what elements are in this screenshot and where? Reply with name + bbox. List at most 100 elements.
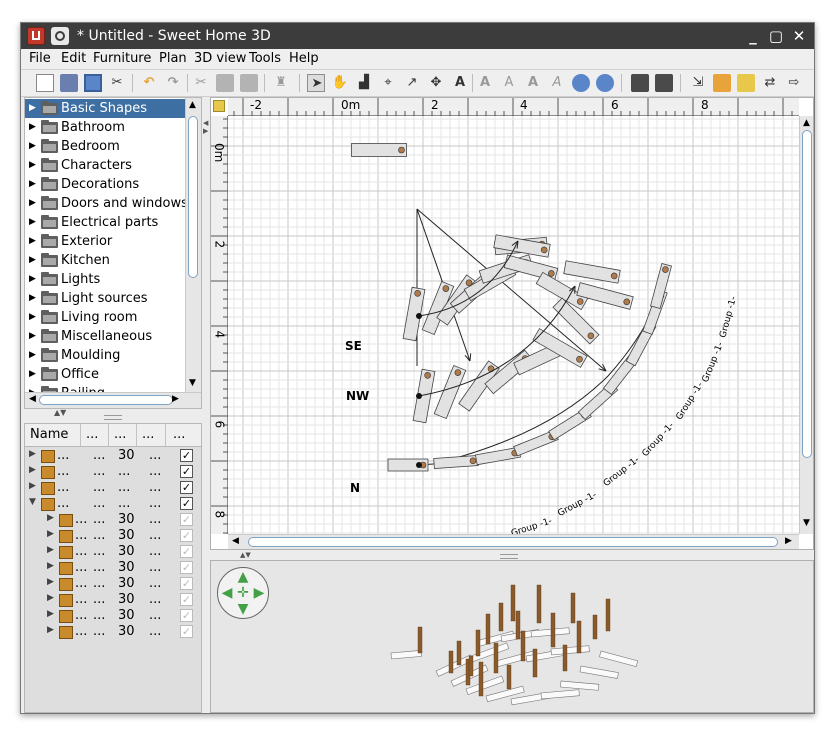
menu-help[interactable]: Help <box>289 51 319 66</box>
table-row[interactable]: ▶............ ✓ <box>25 464 201 480</box>
collapse-up-icon[interactable]: ▲▼ <box>240 551 251 559</box>
expand-arrow-icon[interactable]: ▶ <box>29 175 36 194</box>
import-background-icon[interactable] <box>737 74 755 92</box>
menu-3d-view[interactable]: 3D view <box>194 51 246 66</box>
maximize-button[interactable]: ▢ <box>766 26 786 46</box>
table-row[interactable]: ▶...... 30... ✓ <box>25 608 201 624</box>
catalog-category-characters[interactable]: ▶ Characters <box>25 156 185 175</box>
visible-checkbox[interactable]: ✓ <box>180 609 193 622</box>
plan-horizontal-scrollbar[interactable]: ◀ ▶ <box>228 534 799 549</box>
table-row[interactable]: ▶...... 30... ✓ <box>25 512 201 528</box>
expand-arrow-icon[interactable]: ▶ <box>29 232 36 251</box>
expand-arrow-icon[interactable]: ▶ <box>29 365 36 384</box>
menu-furniture[interactable]: Furniture <box>93 51 151 66</box>
scroll-up-icon[interactable]: ▲ <box>803 118 810 128</box>
close-button[interactable]: ✕ <box>789 26 809 46</box>
add-text-icon[interactable]: A <box>451 74 469 92</box>
expand-arrow-icon[interactable]: ▶ <box>29 137 36 156</box>
table-row[interactable]: ▶...... 30... ✓ <box>25 448 201 464</box>
visible-checkbox[interactable]: ✓ <box>180 481 193 494</box>
main-vertical-splitter[interactable]: ◀ ▶ <box>203 97 209 713</box>
minimize-button[interactable]: _ <box>743 26 763 46</box>
expand-arrow-icon[interactable]: ▶ <box>47 577 54 587</box>
create-walls-icon[interactable]: ▟ <box>355 74 373 92</box>
visible-checkbox[interactable]: ✓ <box>180 545 193 558</box>
expand-arrow-icon[interactable]: ▶ <box>29 270 36 289</box>
table-row[interactable]: ▶...... 30... ✓ <box>25 544 201 560</box>
visible-checkbox[interactable]: ✓ <box>180 465 193 478</box>
expand-arrow-icon[interactable]: ▶ <box>29 465 36 475</box>
expand-arrow-icon[interactable]: ▼ <box>29 497 36 507</box>
copy-icon[interactable] <box>216 74 234 92</box>
visible-checkbox[interactable]: ✓ <box>180 497 193 510</box>
scroll-right-icon[interactable]: ▶ <box>785 536 792 546</box>
expand-arrow-icon[interactable]: ▶ <box>29 194 36 213</box>
scroll-up-icon[interactable]: ▲ <box>189 100 196 110</box>
help-icon[interactable]: ⇨ <box>785 74 803 92</box>
expand-arrow-icon[interactable]: ▶ <box>47 545 54 555</box>
collapse-left-icon[interactable]: ◀ ▶ <box>203 119 208 135</box>
new-home-icon[interactable] <box>36 74 54 92</box>
import-furniture-icon[interactable]: ⇲ <box>689 74 707 92</box>
menu-plan[interactable]: Plan <box>159 51 187 66</box>
expand-arrow-icon[interactable]: ▶ <box>29 308 36 327</box>
import-texture-icon[interactable] <box>713 74 731 92</box>
window-menu-icon[interactable] <box>51 27 69 45</box>
create-photo-icon[interactable] <box>631 74 649 92</box>
catalog-category-electrical-parts[interactable]: ▶ Electrical parts <box>25 213 185 232</box>
zoom-out-icon[interactable] <box>596 74 614 92</box>
catalog-category-moulding[interactable]: ▶ Moulding <box>25 346 185 365</box>
catalog-category-exterior[interactable]: ▶ Exterior <box>25 232 185 251</box>
create-rooms-icon[interactable]: ⌖ <box>379 74 397 92</box>
left-pane-splitter[interactable]: ▲▼ <box>24 408 202 421</box>
expand-arrow-icon[interactable]: ▶ <box>47 609 54 619</box>
catalog-category-bedroom[interactable]: ▶ Bedroom <box>25 137 185 156</box>
redo-icon[interactable]: ↷ <box>164 74 182 92</box>
expand-arrow-icon[interactable]: ▶ <box>29 213 36 232</box>
visible-checkbox[interactable]: ✓ <box>180 625 193 638</box>
add-furniture-icon[interactable]: ♜ <box>272 74 290 92</box>
expand-arrow-icon[interactable]: ▶ <box>29 346 36 365</box>
splitter-grip-icon[interactable] <box>500 554 518 559</box>
scroll-down-icon[interactable]: ▼ <box>189 378 196 388</box>
decrease-text-size-icon[interactable]: A <box>500 74 518 92</box>
catalog-category-living-room[interactable]: ▶ Living room <box>25 308 185 327</box>
column-header[interactable]: ... <box>86 427 98 442</box>
visible-checkbox[interactable]: ✓ <box>180 513 193 526</box>
visible-checkbox[interactable]: ✓ <box>180 449 193 462</box>
pan-mode-icon[interactable]: ✋ <box>331 74 349 92</box>
cut-icon[interactable]: ✂ <box>192 74 210 92</box>
expand-arrow-icon[interactable]: ▶ <box>29 99 36 118</box>
expand-arrow-icon[interactable]: ▶ <box>29 251 36 270</box>
bold-icon[interactable]: A <box>524 74 542 92</box>
preferences-icon[interactable]: ⇄ <box>761 74 779 92</box>
paste-icon[interactable] <box>240 74 258 92</box>
expand-arrow-icon[interactable]: ▶ <box>29 327 36 346</box>
catalog-category-miscellaneous[interactable]: ▶ Miscellaneous <box>25 327 185 346</box>
menu-file[interactable]: File <box>29 51 51 66</box>
catalog-category-bathroom[interactable]: ▶ Bathroom <box>25 118 185 137</box>
scrollbar-thumb[interactable] <box>39 395 173 405</box>
catalog-category-light-sources[interactable]: ▶ Light sources <box>25 289 185 308</box>
menu-tools[interactable]: Tools <box>249 51 281 66</box>
create-polylines-icon[interactable]: ↗ <box>403 74 421 92</box>
column-header[interactable]: ... <box>142 427 154 442</box>
scroll-left-icon[interactable]: ◀ <box>29 394 36 404</box>
plan-canvas[interactable] <box>228 116 799 534</box>
create-video-icon[interactable] <box>655 74 673 92</box>
table-row[interactable]: ▶............ ✓ <box>25 480 201 496</box>
catalog-category-basic-shapes[interactable]: ▶ Basic Shapes <box>25 99 185 118</box>
plan-label-se[interactable]: SE <box>345 339 362 353</box>
catalog-category-doors-and-windows[interactable]: ▶ Doors and windows <box>25 194 188 213</box>
menu-edit[interactable]: Edit <box>61 51 86 66</box>
table-row[interactable]: ▼............ ✓ <box>25 496 201 512</box>
expand-arrow-icon[interactable]: ▶ <box>29 118 36 137</box>
visible-checkbox[interactable]: ✓ <box>180 561 193 574</box>
table-row[interactable]: ▶...... 30... ✓ <box>25 592 201 608</box>
scrollbar-thumb[interactable] <box>188 116 198 278</box>
save-icon[interactable] <box>84 74 102 92</box>
collapse-up-icon[interactable]: ▲▼ <box>54 408 66 417</box>
select-mode-icon[interactable]: ➤ <box>307 74 325 92</box>
expand-arrow-icon[interactable]: ▶ <box>47 529 54 539</box>
visible-checkbox[interactable]: ✓ <box>180 593 193 606</box>
